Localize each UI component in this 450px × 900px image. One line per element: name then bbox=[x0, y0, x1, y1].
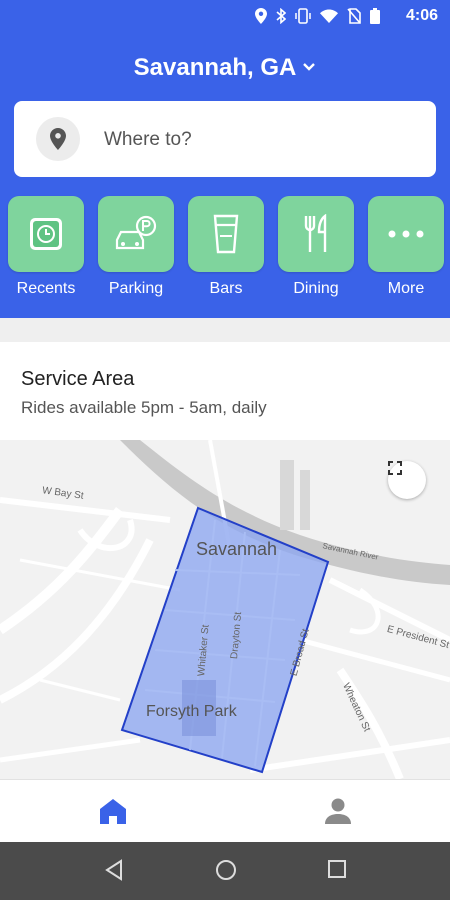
city-name: Savannah, GA bbox=[133, 54, 297, 81]
status-time: 4:06 bbox=[405, 7, 438, 24]
map-label-park: Forsyth Park bbox=[146, 703, 237, 720]
service-area-hours: Rides available 5pm - 5am, daily bbox=[21, 398, 267, 417]
map-pin-icon bbox=[36, 117, 80, 161]
category-label: More bbox=[387, 280, 425, 297]
vibrate-icon bbox=[295, 8, 311, 29]
category-label: Bars bbox=[209, 280, 243, 297]
more-dots-icon bbox=[368, 196, 444, 272]
search-placeholder: Where to? bbox=[104, 129, 192, 150]
home-circle-icon[interactable] bbox=[215, 859, 237, 886]
location-icon bbox=[255, 8, 267, 29]
no-sim-icon bbox=[347, 8, 361, 29]
category-recents[interactable]: Recents bbox=[8, 196, 84, 297]
category-dining[interactable]: Dining bbox=[278, 196, 354, 297]
system-nav-bar bbox=[0, 842, 450, 900]
clock-icon bbox=[8, 196, 84, 272]
back-icon[interactable] bbox=[104, 859, 124, 886]
home-icon[interactable] bbox=[98, 798, 128, 829]
bottom-nav bbox=[0, 779, 450, 842]
category-parking[interactable]: Parking bbox=[98, 196, 174, 297]
car-parking-icon bbox=[98, 196, 174, 272]
beer-glass-icon bbox=[188, 196, 264, 272]
fork-knife-icon bbox=[278, 196, 354, 272]
recents-square-icon[interactable] bbox=[327, 859, 347, 884]
chevron-down-icon bbox=[302, 50, 316, 78]
app-header: 4:06 Savannah, GA Where to? Recents Park… bbox=[0, 0, 450, 318]
category-label: Recents bbox=[16, 280, 76, 297]
profile-icon[interactable] bbox=[324, 797, 352, 830]
bluetooth-icon bbox=[276, 7, 287, 29]
service-area-map[interactable]: Savannah Forsyth Park Savannah River W B… bbox=[0, 440, 450, 779]
map-label-city: Savannah bbox=[196, 539, 278, 559]
battery-icon bbox=[370, 8, 380, 29]
category-label: Dining bbox=[293, 280, 339, 297]
search-box[interactable]: Where to? bbox=[14, 101, 436, 177]
status-bar: 4:06 bbox=[0, 0, 450, 34]
wifi-icon bbox=[320, 9, 338, 28]
category-bars[interactable]: Bars bbox=[188, 196, 264, 297]
category-label: Parking bbox=[108, 280, 164, 297]
service-area-card: Service Area Rides available 5pm - 5am, … bbox=[0, 342, 450, 440]
service-area-title: Service Area bbox=[21, 368, 135, 390]
fullscreen-icon[interactable] bbox=[388, 461, 426, 499]
category-more[interactable]: More bbox=[368, 196, 444, 297]
city-selector[interactable]: Savannah, GA bbox=[0, 50, 450, 82]
